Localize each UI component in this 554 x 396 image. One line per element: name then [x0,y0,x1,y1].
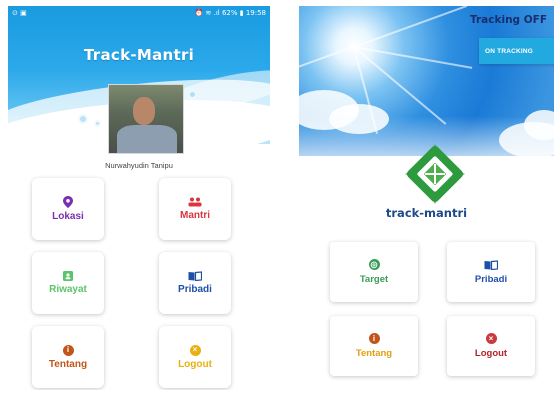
info-icon: i [62,344,74,356]
status-right-text: ⏰ ≋ .ıl 62% ▮ 19:58 [194,9,266,17]
lokasi-label: Lokasi [52,211,84,222]
app-title: Track-Mantri [83,46,195,64]
mantri-label: Mantri [180,210,210,221]
history-icon [63,271,73,281]
tracking-status-title: Tracking OFF [470,14,547,26]
logout-icon: × [189,344,201,356]
book-icon [484,259,498,270]
track-mantri-logo [405,144,465,204]
tentang-button[interactable]: i Tentang [32,326,104,388]
info-icon: i [368,333,380,344]
bubble-decoration [188,90,197,99]
logout-icon: × [485,333,497,344]
tentang-button[interactable]: i Tentang [330,316,418,376]
on-tracking-button[interactable]: ON TRACKING [479,38,554,64]
bubble-decoration [78,114,88,124]
book-icon [188,271,202,281]
bubble-decoration [94,120,101,127]
target-icon: ◎ [368,259,380,270]
logout-button[interactable]: × Logout [159,326,231,388]
logout-button[interactable]: × Logout [447,316,535,376]
left-phone-screen: ⊙ ▣ ⏰ ≋ .ıl 62% ▮ 19:58 Track-Mantri Nur… [8,6,270,390]
tentang-label: Tentang [355,348,393,359]
user-name: Nurwahyudin Tanipu [105,161,173,170]
right-phone-screen: Tracking OFF ON TRACKING track-mantri ◎ … [299,6,554,390]
pribadi-button[interactable]: Pribadi [159,252,231,314]
tentang-label: Tentang [48,358,88,370]
sky-background [299,6,554,176]
pribadi-label: Pribadi [474,273,508,285]
status-left-icons: ⊙ ▣ [12,9,27,17]
logout-label: Logout [178,358,212,370]
pribadi-label: Pribadi [178,284,212,295]
pribadi-button[interactable]: Pribadi [447,242,535,302]
people-icon [188,197,202,207]
lokasi-button[interactable]: Lokasi [32,178,104,240]
logo-text: track-mantri [385,206,468,220]
status-bar: ⊙ ▣ ⏰ ≋ .ıl 62% ▮ 19:58 [8,6,270,20]
riwayat-button[interactable]: Riwayat [32,252,104,314]
target-button[interactable]: ◎ Target [330,242,418,302]
avatar[interactable] [108,84,184,154]
riwayat-label: Riwayat [49,284,87,295]
mantri-button[interactable]: Mantri [159,178,231,240]
target-label: Target [359,274,389,285]
logout-label: Logout [474,348,508,359]
location-pin-icon [63,196,73,208]
